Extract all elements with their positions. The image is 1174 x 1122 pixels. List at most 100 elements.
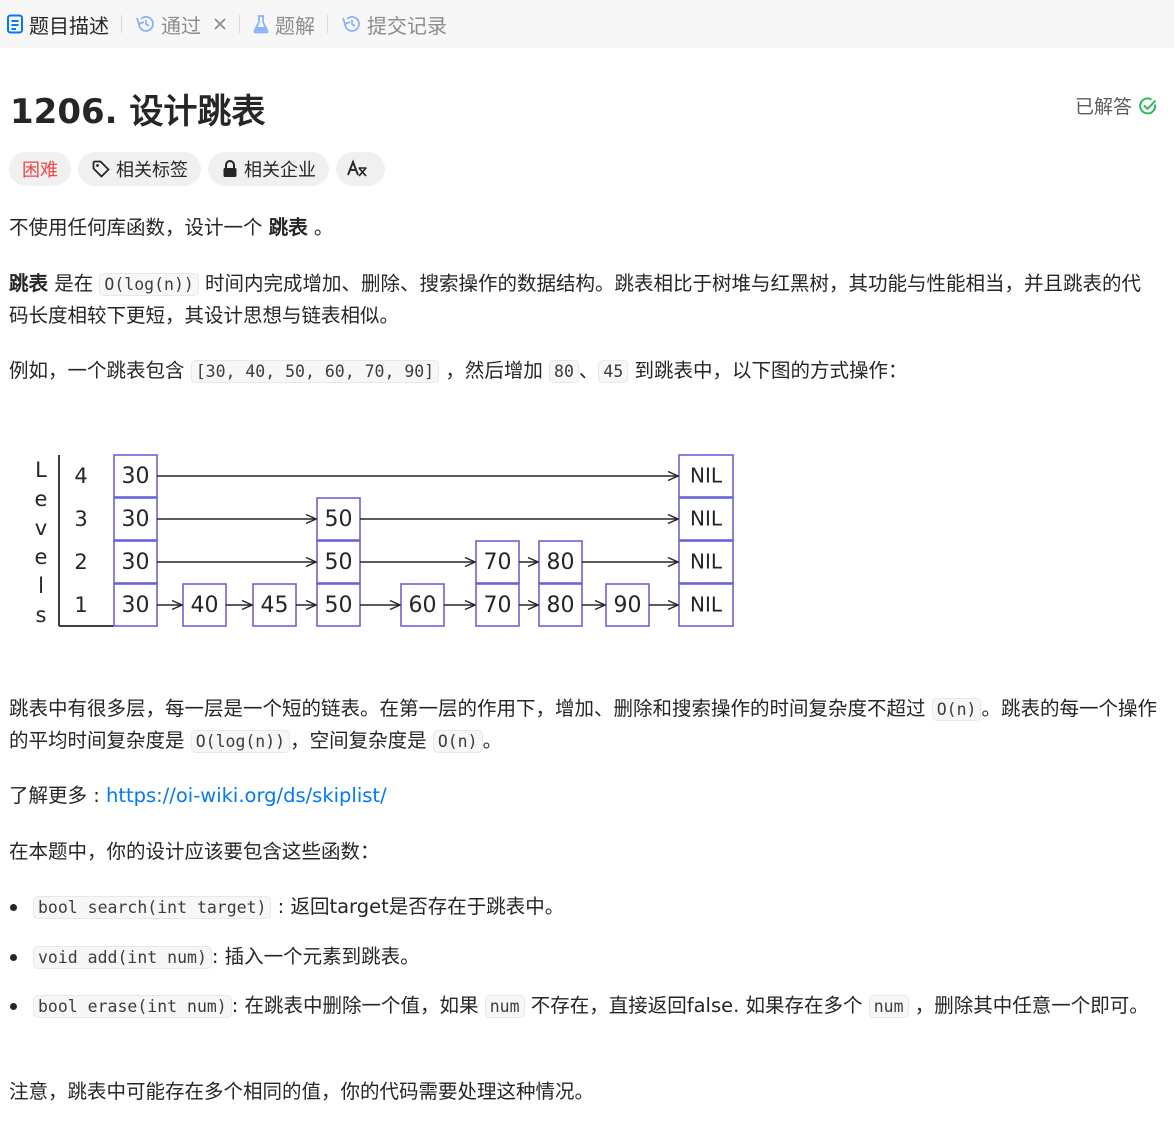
translate-icon <box>347 159 367 177</box>
level-number: 3 <box>74 507 87 531</box>
complexity-code: O(n) <box>931 698 982 721</box>
example-text: 到跳表中，以下图的方式操作： <box>628 359 908 382</box>
level-number: 4 <box>74 464 87 488</box>
oi-wiki-link[interactable]: https://oi-wiki.org/ds/skiplist/ <box>106 784 387 807</box>
erase-description: 不存在，直接返回false. 如果存在多个 <box>524 994 869 1017</box>
flask-icon <box>252 14 270 34</box>
page-title: 1206. 设计跳表 <box>10 92 266 132</box>
num-code: num <box>868 995 909 1018</box>
head-node-value: 30 <box>122 550 150 575</box>
translate-button[interactable] <box>336 152 385 186</box>
intro-bold: 跳表 <box>268 216 308 239</box>
level-number: 2 <box>74 550 87 574</box>
list-item: bool erase(int num): 在跳表中删除一个值，如果 num 不存… <box>10 990 1160 1022</box>
tab-divider <box>327 15 328 33</box>
levels-label-letter: e <box>35 487 48 511</box>
tab-accepted-label: 通过 <box>161 13 201 38</box>
skiplist-node-value: 45 <box>261 593 289 618</box>
head-node-value: 30 <box>122 464 150 489</box>
tab-solutions[interactable]: 题解 <box>252 0 315 48</box>
tab-divider <box>121 15 122 33</box>
add-description: : 插入一个元素到跳表。 <box>211 945 420 968</box>
related-tags-button[interactable]: 相关标签 <box>78 152 201 186</box>
complexity-text: 跳表中有很多层，每一层是一个短的链表。在第一层的作用下，增加、删除和搜索操作的时… <box>9 697 932 720</box>
example-value-code: 45 <box>598 360 629 383</box>
related-companies-label: 相关企业 <box>244 160 316 181</box>
complexity-code: O(log(n)) <box>190 730 291 753</box>
intro-paragraph: 不使用任何库函数，设计一个 跳表 。 <box>9 212 1159 243</box>
learn-more-paragraph: 了解更多 : https://oi-wiki.org/ds/skiplist/ <box>9 780 1159 811</box>
example-value-code: 80 <box>549 360 579 383</box>
tag-icon <box>92 160 110 178</box>
skiplist-node-value: 70 <box>484 550 512 575</box>
erase-description: ，删除其中任意一个即可。 <box>908 994 1149 1017</box>
solved-status-label: 已解答 <box>1074 96 1132 118</box>
nil-node-label: NIL <box>690 464 723 488</box>
functions-intro-paragraph: 在本题中，你的设计应该要包含这些函数： <box>9 840 380 863</box>
levels-label-letter: v <box>35 516 47 540</box>
difficulty-label: 困难 <box>22 160 58 181</box>
complexity-code: O(log(n)) <box>99 273 199 296</box>
bullet-dot <box>10 954 17 961</box>
list-item: void add(int num): 插入一个元素到跳表。 <box>10 941 1160 973</box>
head-node-value: 30 <box>122 507 150 532</box>
skiplist-node-value: 50 <box>325 507 353 532</box>
skiplist-bold: 跳表 <box>9 272 49 295</box>
intro-text: 不使用任何库函数，设计一个 <box>9 216 269 239</box>
skiplist-node-value: 50 <box>325 593 353 618</box>
skiplist-node-value: 50 <box>325 550 353 575</box>
skiplist-node-value: 60 <box>409 593 437 618</box>
skiplist-diagram: Levels432130303030NILNILNILNIL40 45 505050… <box>35 454 734 627</box>
example-text: 例如，一个跳表包含 <box>9 359 191 382</box>
example-paragraph: 例如，一个跳表包含 [30, 40, 50, 60, 70, 90] ，然后增加… <box>9 355 1159 387</box>
tab-submissions-label: 提交记录 <box>367 13 447 38</box>
skiplist-node-value: 80 <box>547 550 575 575</box>
close-icon[interactable] <box>213 17 227 31</box>
complexity-paragraph: 跳表中有很多层，每一层是一个短的链表。在第一层的作用下，增加、删除和搜索操作的时… <box>9 693 1159 757</box>
add-signature-code: void add(int num) <box>33 946 212 969</box>
solved-status: 已解答 <box>1075 92 1158 119</box>
history-icon <box>134 14 156 34</box>
related-tags-label: 相关标签 <box>116 160 188 181</box>
skiplist-node-value: 80 <box>547 593 575 618</box>
tab-description-label: 题目描述 <box>29 13 109 38</box>
erase-description: : 在跳表中删除一个值，如果 <box>231 994 485 1017</box>
learn-more-text: 了解更多 : <box>9 784 106 807</box>
levels-label-letter: L <box>35 458 47 482</box>
levels-label-letter: s <box>36 603 47 627</box>
search-signature-code: bool search(int target) <box>33 896 272 919</box>
note-paragraph: 注意，跳表中可能存在多个相同的值，你的代码需要处理这种情况。 <box>9 1080 595 1103</box>
num-code: num <box>484 995 525 1018</box>
levels-label-letter: e <box>35 545 48 569</box>
example-text: ，然后增加 <box>439 359 550 382</box>
related-companies-button[interactable]: 相关企业 <box>208 152 329 186</box>
tag-row: 困难 相关标签 相关企业 <box>9 152 385 186</box>
lock-icon <box>223 160 237 177</box>
skiplist-node-value: 40 <box>191 593 219 618</box>
intro-text-end: 。 <box>307 216 334 239</box>
nil-node-label: NIL <box>690 593 723 617</box>
check-circle-icon <box>1139 96 1157 114</box>
bullet-dot <box>10 904 17 911</box>
definition-text: 是在 <box>48 272 100 295</box>
list-item: bool search(int target) : 返回target是否存在于跳… <box>10 891 1160 923</box>
erase-signature-code: bool erase(int num) <box>33 995 232 1018</box>
skiplist-definition-paragraph: 跳表 是在 O(log(n)) 时间内完成增加、删除、搜索操作的数据结构。跳表相… <box>9 268 1159 331</box>
levels-label-letter: l <box>38 574 44 598</box>
document-icon <box>6 14 24 34</box>
tab-description[interactable]: 题目描述 <box>6 0 109 48</box>
complexity-text: 。 <box>482 729 503 752</box>
tab-divider <box>239 15 240 33</box>
history-icon <box>340 14 362 34</box>
tab-bar: 题目描述 通过 题解 提交记录 <box>0 0 1174 48</box>
search-description: : 返回target是否存在于跳表中。 <box>271 895 565 918</box>
skiplist-node-value: 70 <box>484 593 512 618</box>
nil-node-label: NIL <box>690 550 723 574</box>
head-node-value: 30 <box>122 593 150 618</box>
difficulty-badge[interactable]: 困难 <box>9 152 71 186</box>
bullet-dot <box>10 1003 17 1010</box>
nil-node-label: NIL <box>690 507 723 531</box>
tab-submissions[interactable]: 提交记录 <box>340 0 447 48</box>
tab-accepted[interactable]: 通过 <box>134 0 227 48</box>
example-array-code: [30, 40, 50, 60, 70, 90] <box>190 360 440 383</box>
